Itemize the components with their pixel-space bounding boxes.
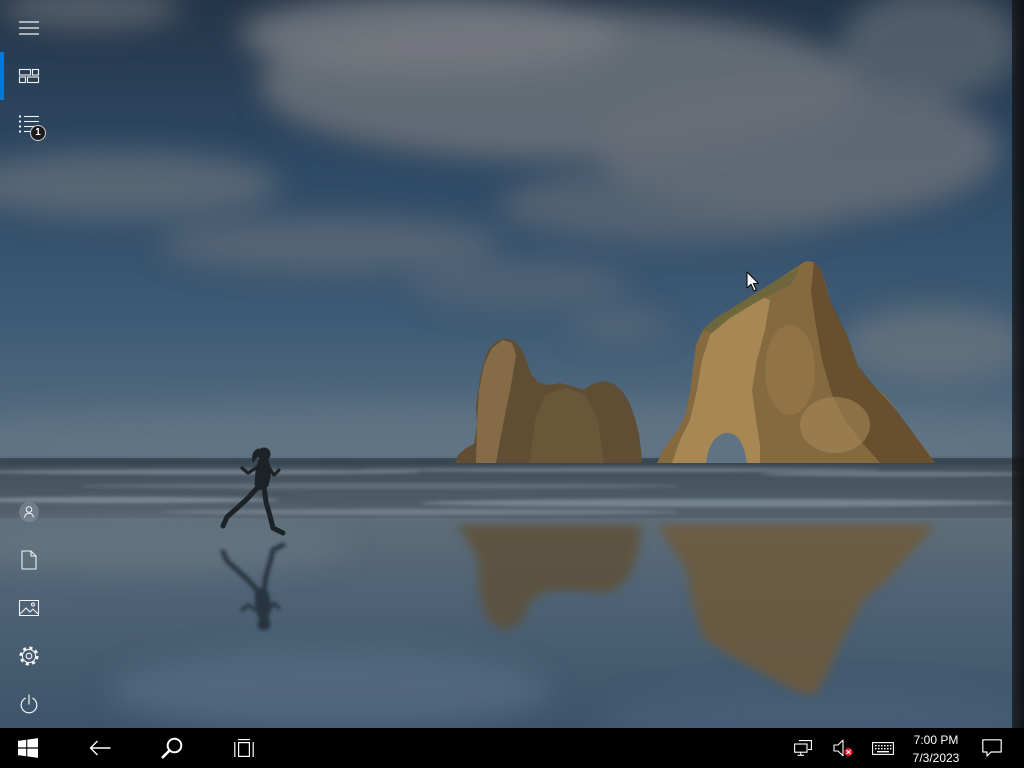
pictures-button[interactable] bbox=[0, 584, 58, 632]
settings-gear-icon bbox=[19, 646, 39, 666]
clock-button[interactable]: 7:00 PM 7/3/2023 bbox=[900, 728, 972, 768]
back-button[interactable] bbox=[72, 728, 128, 768]
settings-button[interactable] bbox=[0, 632, 58, 680]
start-button[interactable] bbox=[0, 728, 56, 768]
tiles-icon bbox=[18, 68, 40, 84]
power-icon bbox=[20, 694, 38, 714]
start-sidebar: 1 bbox=[0, 0, 58, 728]
search-button[interactable] bbox=[144, 728, 200, 768]
clock-time: 7:00 PM bbox=[913, 732, 959, 747]
action-center-button[interactable] bbox=[972, 728, 1012, 768]
document-icon bbox=[21, 550, 37, 570]
user-icon bbox=[19, 502, 39, 522]
clock-date: 7/3/2023 bbox=[912, 750, 960, 765]
taskbar: 7:00 PM 7/3/2023 bbox=[0, 728, 1024, 768]
user-account-button[interactable] bbox=[0, 488, 58, 536]
all-apps-button[interactable]: 1 bbox=[0, 100, 58, 148]
power-button[interactable] bbox=[0, 680, 58, 728]
desktop-wallpaper bbox=[0, 0, 1024, 768]
task-view-button[interactable] bbox=[216, 728, 272, 768]
network-button[interactable] bbox=[786, 728, 820, 768]
new-apps-badge: 1 bbox=[30, 125, 46, 141]
touch-keyboard-button[interactable] bbox=[864, 728, 902, 768]
task-view-icon bbox=[234, 739, 254, 758]
mouse-cursor bbox=[746, 271, 759, 292]
back-arrow-icon bbox=[89, 740, 111, 756]
volume-muted-icon bbox=[833, 739, 853, 757]
right-edge-strip bbox=[1012, 0, 1024, 728]
action-center-icon bbox=[982, 739, 1002, 757]
pinned-tiles-button[interactable] bbox=[0, 52, 58, 100]
desktop-screen: 1 7:00 PM 7/3/2023 bbox=[0, 0, 1024, 768]
search-icon bbox=[161, 737, 183, 759]
pictures-icon bbox=[18, 599, 40, 617]
volume-button[interactable] bbox=[826, 728, 860, 768]
hamburger-menu-icon bbox=[19, 21, 39, 35]
network-icon bbox=[794, 740, 812, 756]
documents-button[interactable] bbox=[0, 536, 58, 584]
windows-logo-icon bbox=[18, 738, 38, 758]
touch-keyboard-icon bbox=[872, 741, 894, 755]
hamburger-menu-button[interactable] bbox=[0, 4, 58, 52]
